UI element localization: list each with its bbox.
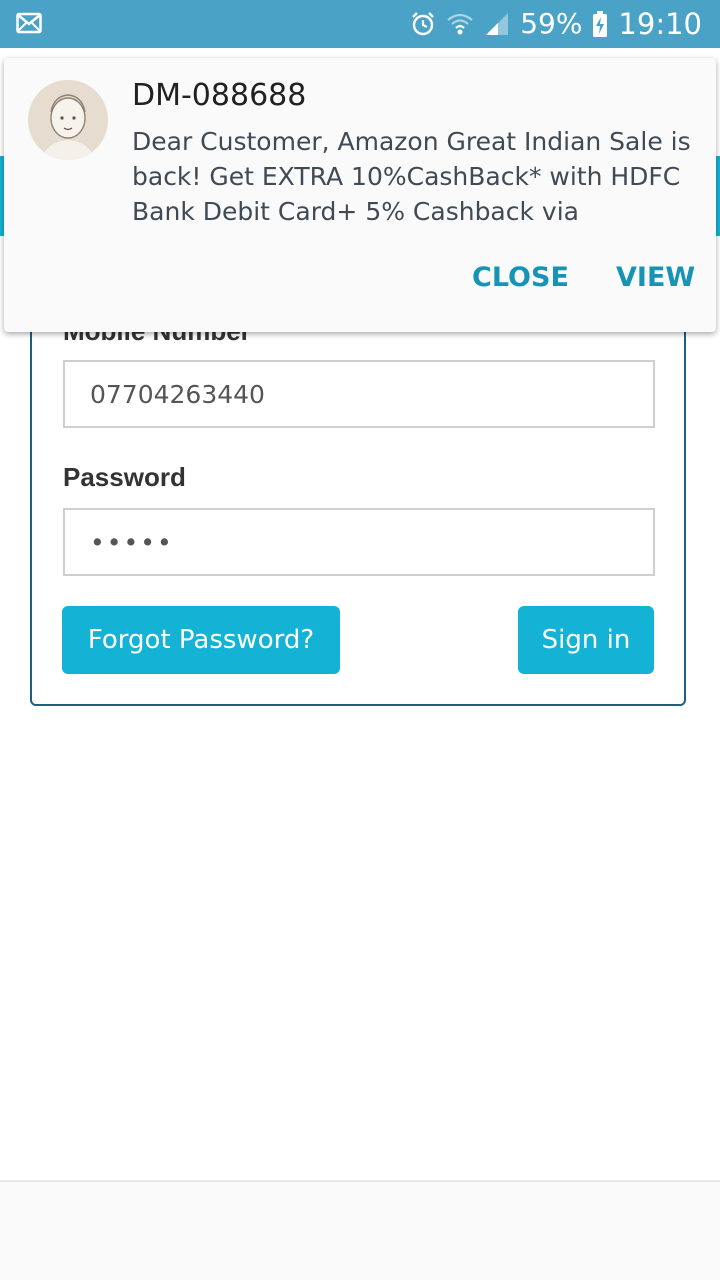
notification-close-button[interactable]: CLOSE — [472, 262, 569, 293]
battery-charging-icon — [593, 11, 608, 37]
bottom-bar — [0, 1180, 720, 1280]
wifi-icon — [447, 13, 473, 35]
sign-in-button[interactable]: Sign in — [518, 606, 654, 674]
notification-view-button[interactable]: VIEW — [616, 262, 695, 293]
clock: 19:10 — [618, 7, 702, 41]
alarm-icon — [412, 12, 435, 36]
password-input[interactable]: ••••• — [63, 508, 655, 576]
password-label: Password — [63, 462, 186, 492]
forgot-password-button[interactable]: Forgot Password? — [62, 606, 340, 674]
mail-icon — [16, 12, 42, 34]
status-indicators: 59% 19:10 — [410, 0, 702, 48]
notification-sender: DM-088688 — [132, 78, 307, 113]
signal-icon — [486, 13, 509, 35]
notification-message: Dear Customer, Amazon Great Indian Sale … — [132, 127, 691, 226]
mobile-number-input[interactable]: 07704263440 — [63, 360, 655, 428]
contact-avatar-icon — [28, 80, 108, 160]
status-bar: 59% 19:10 — [0, 0, 720, 48]
battery-percent: 59% — [520, 7, 583, 40]
sms-notification[interactable]: DM-088688 Dear Customer, Amazon Great In… — [4, 58, 716, 332]
